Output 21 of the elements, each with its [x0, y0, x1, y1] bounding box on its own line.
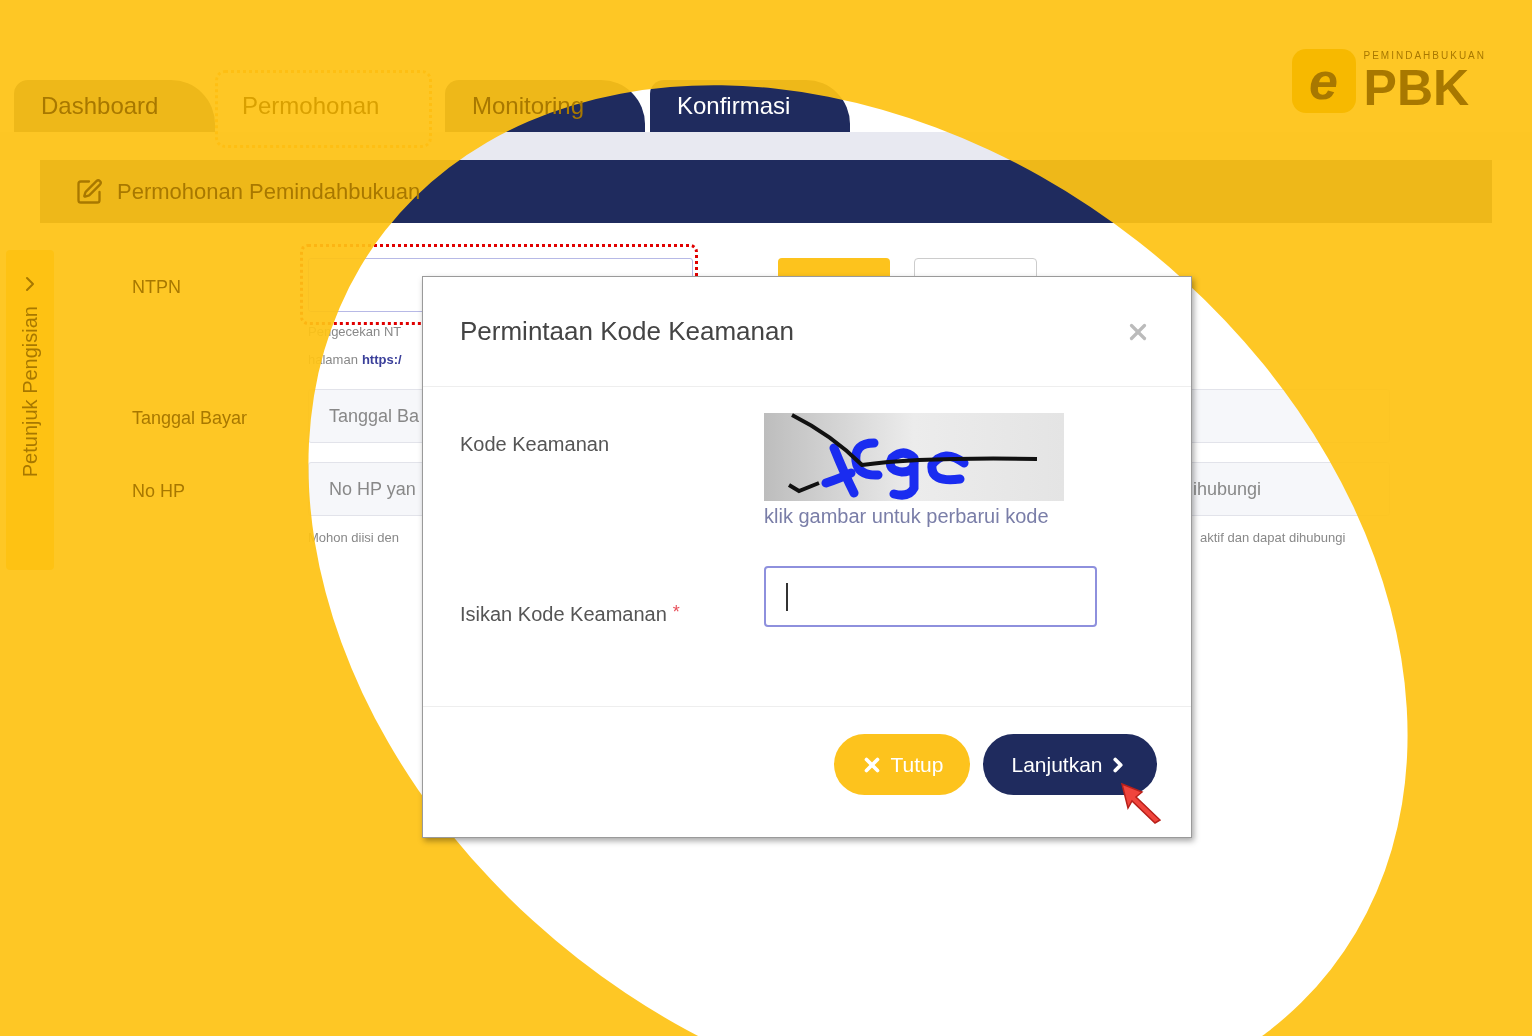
field-label: Isikan Kode Keamanan: [460, 602, 667, 627]
cursor-arrow-icon: [1120, 782, 1164, 824]
logo-icon: e: [1291, 48, 1356, 113]
text-cursor: [786, 582, 788, 611]
security-code-input[interactable]: [764, 566, 1097, 627]
logo-tagline: PEMINDAHBUKUAN: [1363, 49, 1486, 63]
field-label: Tanggal Bayar: [132, 408, 248, 428]
field-label: NTPN: [132, 277, 181, 297]
captcha-image[interactable]: [764, 413, 1064, 501]
field-label: No HP: [132, 481, 185, 501]
panel-title: Permohonan Pemindahbukuan: [117, 178, 421, 206]
dialog-title: Permintaan Kode Keamanan: [460, 315, 794, 348]
help-text: aktif dan dapat dihubungi: [1200, 529, 1346, 547]
field-label: Kode Keamanan: [460, 432, 610, 457]
required-mark: *: [672, 601, 680, 624]
side-tab-label: Petunjuk Pengisian: [18, 306, 42, 478]
help-link[interactable]: https:/: [361, 349, 402, 369]
continue-button[interactable]: Lanjutkan: [983, 734, 1157, 795]
captcha-hint[interactable]: klik gambar untuk perbarui kode: [764, 501, 1097, 531]
edit-icon: [75, 177, 103, 206]
logo-name: PBK: [1363, 63, 1471, 113]
